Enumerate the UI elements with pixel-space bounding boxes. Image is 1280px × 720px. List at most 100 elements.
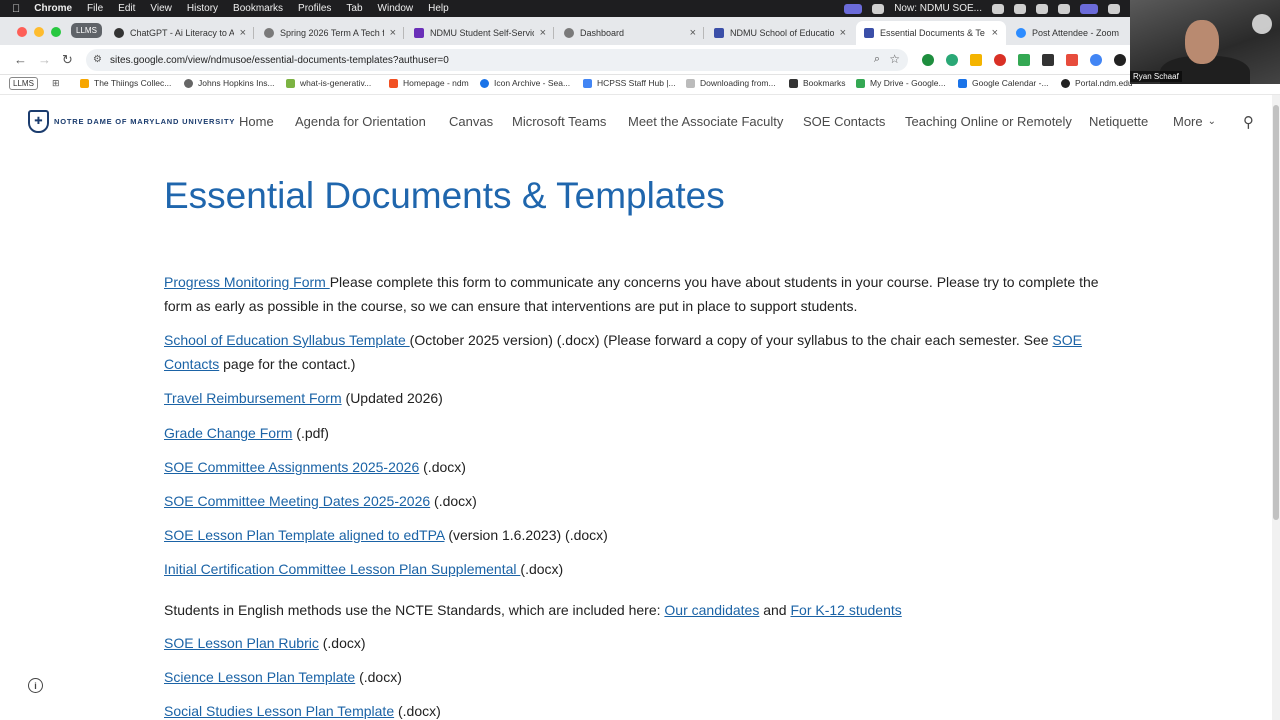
ncte-paragraph: Students in English methods use the NCTE… [164,598,902,622]
social-studies-lesson-plan-link[interactable]: Social Studies Lesson Plan Template [164,703,394,719]
extension-z-icon[interactable] [1042,54,1054,66]
reload-icon[interactable]: ↻ [62,52,73,68]
menu-help[interactable]: Help [428,3,449,14]
close-window-button[interactable] [17,27,27,37]
our-candidates-link[interactable]: Our candidates [664,602,759,618]
close-tab-icon[interactable]: × [840,27,846,39]
bookmark-folder-llms[interactable]: LLMS [9,77,38,90]
bookmark-homepage-ndm[interactable]: Homepage - ndm [389,78,469,88]
bookmark-portal-ndm[interactable]: Portal.ndm.edu [1061,78,1133,88]
extension-evernote-icon[interactable] [922,54,934,66]
syllabus-template-link[interactable]: School of Education Syllabus Template [164,332,410,348]
menu-bookmarks[interactable]: Bookmarks [233,3,283,14]
status-icon[interactable] [872,3,885,14]
bookmark-folder-bookmarks[interactable]: Bookmarks [789,78,846,88]
tab-spring-2026[interactable]: Spring 2026 Term A Tech fo × [256,21,404,45]
nav-meet-the-associate-faculty[interactable]: Meet the Associate Faculty [628,114,783,129]
progress-monitoring-form-link[interactable]: Progress Monitoring Form [164,274,330,290]
page-scrollbar[interactable] [1272,95,1280,720]
cloud-icon[interactable] [992,3,1004,14]
tab-chatgpt[interactable]: ChatGPT - Ai Literacy to A × [106,21,254,45]
chrome-status-icon[interactable] [1014,3,1026,14]
extension-status-icon[interactable] [1058,3,1070,14]
google-sites-icon [714,28,724,38]
initial-certification-supplemental-link[interactable]: Initial Certification Committee Lesson P… [164,561,520,577]
bookmark-my-drive[interactable]: My Drive - Google... [856,78,946,88]
menu-app-name[interactable]: Chrome [34,3,72,14]
menu-tab[interactable]: Tab [346,3,362,14]
tab-separator [553,27,554,39]
bookmark-thiings[interactable]: The Thiings Collec... [80,78,171,88]
tab-dashboard[interactable]: Dashboard × [556,21,704,45]
screen-share-icon[interactable] [844,3,863,14]
travel-reimbursement-form-link[interactable]: Travel Reimbursement Form [164,390,342,406]
lesson-plan-rubric-link[interactable]: SOE Lesson Plan Rubric [164,635,319,651]
clock-status-icon[interactable] [1036,3,1048,14]
nav-soe-contacts[interactable]: SOE Contacts [803,114,885,129]
extension-grammarly-icon[interactable] [946,54,958,66]
window-status-icon[interactable] [1080,3,1098,14]
zoom-window-button[interactable] [51,27,61,37]
menu-window[interactable]: Window [378,3,414,14]
syllabus-description: (October 2025 version) (.docx) (Please f… [409,332,1053,348]
committee-assignments-link[interactable]: SOE Committee Assignments 2025-2026 [164,459,419,475]
bookmark-downloading[interactable]: Downloading from... [686,78,776,88]
nav-home[interactable]: Home [239,114,274,129]
science-lesson-plan-link[interactable]: Science Lesson Plan Template [164,669,355,685]
close-tab-icon[interactable]: × [690,27,696,39]
site-logo[interactable]: ✚ NOTRE DAME OF MARYLAND UNIVERSITY [28,110,235,133]
extension-list-icon[interactable] [1066,54,1078,66]
tab-student-self-service[interactable]: NDMU Student Self-Servic × [406,21,554,45]
address-bar[interactable]: ⚙ sites.google.com/view/ndmusoe/essentia… [86,49,908,71]
nav-microsoft-teams[interactable]: Microsoft Teams [512,114,606,129]
extension-translate-icon[interactable] [1090,54,1102,66]
menu-edit[interactable]: Edit [118,3,135,14]
site-info-icon[interactable]: ⚙ [93,54,102,65]
tab-ndmu-school-of-education[interactable]: NDMU School of Education × [706,21,854,45]
close-tab-icon[interactable]: × [540,27,546,39]
nav-more-dropdown[interactable]: More ⌄ [1173,114,1216,129]
site-search-icon[interactable]: ⚲ [1243,113,1254,131]
bookmark-star-icon[interactable]: ☆ [889,52,900,66]
extension-drive-icon[interactable] [1018,54,1030,66]
bookmark-johns-hopkins[interactable]: Johns Hopkins Ins... [184,78,275,88]
profile-avatar[interactable] [1114,54,1126,66]
forward-arrow-icon[interactable]: → [38,52,51,67]
bookmark-icon-archive[interactable]: Icon Archive - Sea... [480,78,570,88]
menu-view[interactable]: View [150,3,172,14]
url-text[interactable]: sites.google.com/view/ndmusoe/essential-… [110,55,449,66]
committee-meeting-dates-link[interactable]: SOE Committee Meeting Dates 2025-2026 [164,493,430,509]
now-playing-label[interactable]: Now: NDMU SOE... [894,3,982,14]
extension-keep-icon[interactable] [970,54,982,66]
back-arrow-icon[interactable]: ← [14,52,27,67]
bookmark-what-is-generative[interactable]: what-is-generativ... [286,78,371,88]
menu-profiles[interactable]: Profiles [298,3,331,14]
menu-file[interactable]: File [87,3,103,14]
bookmark-google-calendar[interactable]: Google Calendar -... [958,78,1049,88]
menu-history[interactable]: History [187,3,218,14]
close-tab-icon[interactable]: × [240,27,246,39]
nav-teaching-online[interactable]: Teaching Online or Remotely [905,114,1072,129]
scrollbar-thumb[interactable] [1273,105,1279,520]
nav-agenda-for-orientation[interactable]: Agenda for Orientation [295,114,426,129]
minimize-window-button[interactable] [34,27,44,37]
apps-grid-icon[interactable]: ⊞ [52,78,60,89]
k12-students-link[interactable]: For K-12 students [790,602,901,618]
tab-essential-documents[interactable]: Essential Documents & Te × [856,21,1006,45]
nav-netiquette[interactable]: Netiquette [1089,114,1148,129]
info-icon[interactable]: i [28,678,43,693]
close-tab-icon[interactable]: × [992,27,998,39]
bookmark-hcpss-staff-hub[interactable]: HCPSS Staff Hub |... [583,78,676,88]
grade-change-form-link[interactable]: Grade Change Form [164,425,292,441]
bookmark-icon [286,78,295,88]
tab-group-badge[interactable]: LLMS [71,23,102,38]
zoom-magnifier-icon[interactable]: ⌕ [874,53,880,66]
extension-opera-icon[interactable] [994,54,1006,66]
nav-canvas[interactable]: Canvas [449,114,493,129]
battery-icon[interactable] [1108,3,1120,14]
apple-icon[interactable]:  [12,3,20,15]
self-service-icon [414,28,424,38]
tab-zoom[interactable]: Post Attendee - Zoom [1008,21,1130,45]
lesson-plan-edtpa-link[interactable]: SOE Lesson Plan Template aligned to edTP… [164,527,444,543]
close-tab-icon[interactable]: × [390,27,396,39]
